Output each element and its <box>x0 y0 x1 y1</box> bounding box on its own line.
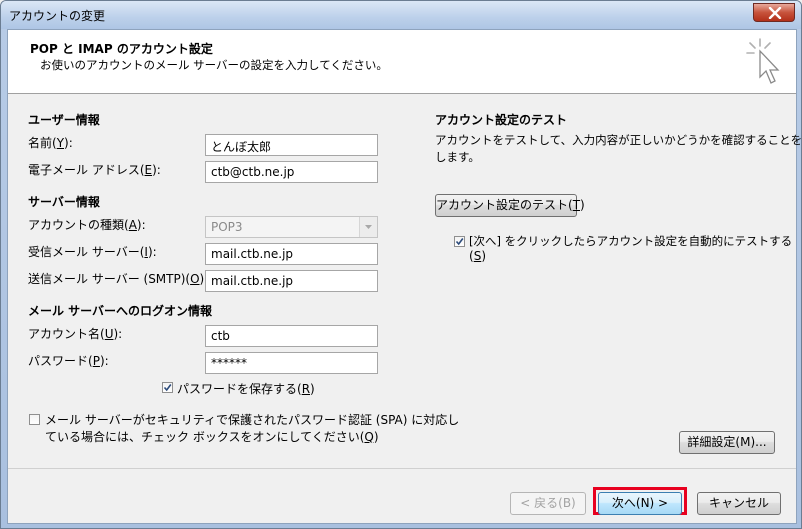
footer-divider <box>8 468 796 469</box>
wizard-header: POP と IMAP のアカウント設定 お使いのアカウントのメール サーバーの設… <box>8 30 796 94</box>
check-icon <box>163 384 172 392</box>
test-description-line1: アカウントをテストして、入力内容が正しいかどうかを確認することをお勧め <box>435 133 802 147</box>
close-icon <box>768 7 782 19</box>
page-title: POP と IMAP のアカウント設定 <box>30 42 213 56</box>
password-label: パスワード(P): <box>28 354 109 368</box>
user-info-heading: ユーザー情報 <box>28 113 100 127</box>
password-field[interactable]: ****** <box>205 352 378 374</box>
spa-checkbox[interactable] <box>29 414 40 425</box>
page-subtitle: お使いのアカウントのメール サーバーの設定を入力してください。 <box>40 58 388 72</box>
spa-label-line2[interactable]: ている場合には、チェック ボックスをオンにしてください(Q) <box>45 428 379 445</box>
auto-test-label[interactable]: [次へ] をクリックしたらアカウント設定を自動的にテストする <box>469 233 792 249</box>
test-description-line2: します。 <box>435 150 480 164</box>
remember-password-checkbox[interactable] <box>162 382 173 393</box>
incoming-server-label: 受信メール サーバー(I): <box>28 245 157 259</box>
auto-test-key[interactable]: (S) <box>469 249 486 263</box>
chevron-down-icon <box>365 225 372 229</box>
account-type-label: アカウントの種類(A): <box>28 218 146 232</box>
close-button[interactable] <box>753 3 795 22</box>
account-name-label: アカウント名(U): <box>28 327 123 341</box>
back-button[interactable]: < 戻る(B) <box>510 492 586 515</box>
next-button[interactable]: 次へ(N) > <box>598 492 682 515</box>
cancel-button[interactable]: キャンセル <box>697 492 781 515</box>
logon-info-heading: メール サーバーへのログオン情報 <box>28 304 213 318</box>
dropdown-arrow <box>359 217 377 237</box>
check-icon <box>455 238 464 246</box>
auto-test-checkbox[interactable] <box>454 236 465 247</box>
account-type-select: POP3 <box>205 216 378 238</box>
test-account-button[interactable]: アカウント設定のテスト(T) <box>435 194 585 217</box>
name-label: 名前(Y): <box>28 136 73 150</box>
wizard-cursor-icon <box>746 38 780 84</box>
test-heading: アカウント設定のテスト <box>435 113 568 127</box>
remember-password-label[interactable]: パスワードを保存する(R) <box>177 380 315 397</box>
account-name-field[interactable]: ctb <box>205 325 378 347</box>
spa-label-line1[interactable]: メール サーバーがセキュリティで保護されたパスワード認証 (SPA) に対応し <box>45 411 459 428</box>
outgoing-server-field[interactable]: mail.ctb.ne.jp <box>205 270 378 292</box>
dialog-client-area: POP と IMAP のアカウント設定 お使いのアカウントのメール サーバーの設… <box>7 29 801 524</box>
incoming-server-field[interactable]: mail.ctb.ne.jp <box>205 243 378 265</box>
email-label: 電子メール アドレス(E): <box>28 163 161 177</box>
outgoing-server-label: 送信メール サーバー (SMTP)(O): <box>28 272 209 286</box>
window-title: アカウントの変更 <box>9 9 106 23</box>
account-change-dialog: アカウントの変更 POP と IMAP のアカウント設定 お使いのアカウントのメ… <box>0 0 802 529</box>
advanced-settings-button[interactable]: 詳細設定(M)... <box>679 431 775 454</box>
server-info-heading: サーバー情報 <box>28 195 100 209</box>
title-bar[interactable]: アカウントの変更 <box>1 1 801 29</box>
account-type-value: POP3 <box>211 220 243 234</box>
name-field[interactable]: とんぼ太郎 <box>205 134 378 156</box>
email-field[interactable]: ctb@ctb.ne.jp <box>205 161 378 183</box>
